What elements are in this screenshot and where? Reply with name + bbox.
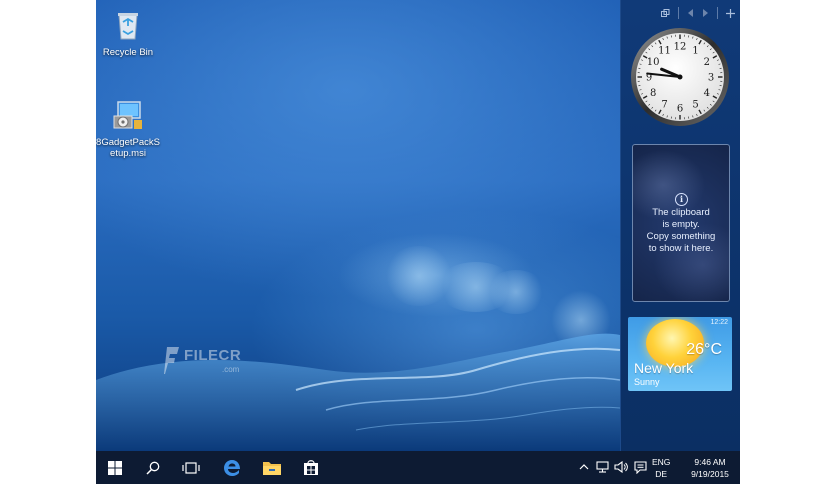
weather-temperature: 26°C [686,341,722,358]
clock-gadget[interactable]: 12 1234567891011 [629,26,731,128]
volume-icon [614,461,628,473]
clock-numeral: 6 [677,104,683,115]
edge-browser-icon [224,459,240,476]
desktop-icon-label-line2: etup.msi [110,148,146,159]
info-icon: i [675,193,688,206]
desktop-icon-recycle-bin[interactable]: Recycle Bin [96,6,164,58]
taskbar: ENG DE 9:46 AM 9/19/2015 [96,451,740,484]
weather-gadget[interactable]: 12:22 26°C New York Sunny [628,317,732,391]
desktop-icon-8gadgetpack-installer[interactable]: 8GadgetPackS etup.msi [96,96,164,159]
clock-numeral: 8 [650,88,656,99]
taskbar-date: 9/19/2015 [691,469,729,479]
clock-numeral: 5 [692,99,698,110]
clock-numeral: 7 [661,99,667,110]
show-hidden-icons-button[interactable] [578,459,590,475]
weather-city: New York [634,360,694,376]
msi-installer-icon [113,101,142,129]
filecr-watermark: FILECR .com [164,345,241,380]
clipboard-gadget[interactable]: i The clipboard is empty. Copy something… [632,144,730,302]
chevron-up-icon [579,464,589,470]
taskbar-clock[interactable]: 9:46 AM 9/19/2015 [684,456,736,480]
search-icon [146,461,160,475]
clock-numeral: 12 [674,42,687,53]
clipboard-line: is empty. [662,219,700,230]
network-tray-button[interactable] [595,459,611,475]
action-center-button[interactable] [633,459,647,475]
clipboard-message: The clipboard is empty. Copy something t… [637,207,725,255]
restore-icon[interactable] [661,8,670,18]
language-code: ENG [652,457,671,467]
clipboard-line: Copy something [646,231,716,242]
watermark-sub: .com [222,365,240,374]
filecr-logo-icon [164,347,179,374]
toolbar-separator [717,7,718,19]
start-button[interactable] [96,451,134,484]
clock-numeral: 4 [704,88,710,99]
clock-numeral: 11 [658,46,671,57]
task-view-button[interactable] [172,451,210,484]
volume-tray-button[interactable] [614,459,628,475]
desktop-icon-label: Recycle Bin [102,47,154,58]
prev-icon[interactable] [687,9,694,17]
search-button[interactable] [134,451,172,484]
next-icon[interactable] [702,9,709,17]
clipboard-line: The clipboard [652,207,710,218]
store-icon [304,460,318,475]
sidebar-toolbar [661,6,735,20]
network-icon [595,461,609,473]
input-language-indicator[interactable]: ENG DE [652,456,670,480]
toolbar-separator [678,7,679,19]
clipboard-line: to show it here. [648,243,714,254]
task-view-icon [182,461,200,474]
clock-center-pin [677,74,683,80]
recycle-bin-icon [118,13,138,40]
add-icon[interactable] [726,8,735,18]
desktop-icon-label-line1: 8GadgetPackS [96,137,160,148]
file-explorer-taskbar-button[interactable] [253,451,291,484]
clock-numeral: 3 [708,73,714,84]
clock-numeral: 10 [647,57,660,68]
gadget-sidebar: 12 1 2 3 4 5 6 7 8 9 10 11 i The clipboard is empty… [620,0,740,451]
store-taskbar-button[interactable] [292,451,330,484]
file-explorer-icon [263,462,281,475]
action-center-icon [633,460,647,474]
desktop-wallpaper [96,0,620,451]
keyboard-layout-code: DE [655,469,668,479]
weather-condition: Sunny [634,377,660,387]
clock-numeral: 2 [704,57,710,68]
watermark-text: FILECR [184,347,242,364]
clock-numeral: 1 [692,46,698,57]
edge-taskbar-button[interactable] [213,451,251,484]
desktop-screen: Recycle Bin 8GadgetPackS etup.msi FILECR… [96,0,740,484]
taskbar-time: 9:46 AM [694,457,726,467]
windows-start-icon [108,460,122,475]
weather-time: 12:22 [710,319,728,326]
